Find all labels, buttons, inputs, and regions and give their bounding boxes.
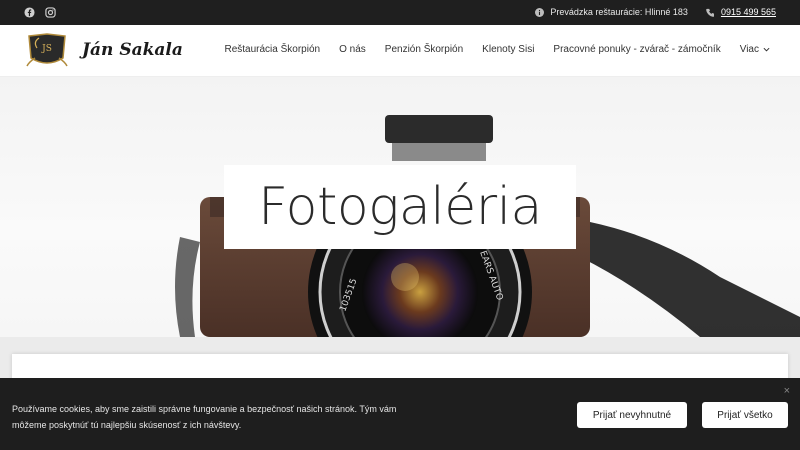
restaurant-address: Prevádzka reštaurácie: Hlinné 183 (550, 7, 688, 17)
cookie-text: Používame cookies, aby sme zaistili sprá… (12, 404, 397, 430)
phone-icon (706, 8, 715, 17)
info-icon (535, 7, 545, 17)
logo[interactable]: JS (25, 32, 69, 68)
nav-item-jobs[interactable]: Pracovné ponuky - zvárač - zámočník (553, 44, 720, 55)
social-links (24, 7, 56, 18)
instagram-icon[interactable] (45, 7, 56, 18)
nav-item-about[interactable]: O nás (339, 44, 366, 55)
cookie-banner: × Používame cookies, aby sme zaistili sp… (0, 378, 800, 450)
nav-item-jewels[interactable]: Klenoty Sisi (482, 44, 534, 55)
accept-all-button[interactable]: Prijať všetko (702, 402, 788, 428)
chevron-down-icon (763, 47, 770, 52)
phone-link[interactable]: 0915 499 565 (721, 7, 776, 17)
nav-item-restaurant[interactable]: Reštaurácia Škorpión (224, 44, 320, 55)
main-nav: Reštaurácia Škorpión O nás Penzión Škorp… (224, 44, 770, 55)
contact-info: Prevádzka reštaurácie: Hlinné 183 0915 4… (535, 7, 776, 17)
top-bar: Prevádzka reštaurácie: Hlinné 183 0915 4… (0, 0, 800, 25)
site-header: JS Ján Sakala Reštaurácia Škorpión O nás… (0, 25, 800, 77)
close-icon[interactable]: × (784, 385, 790, 397)
logo-text: JS (41, 44, 52, 54)
nav-more-label: Viac (739, 44, 759, 55)
brand-name[interactable]: Ján Sakala (82, 40, 183, 60)
facebook-icon[interactable] (24, 7, 35, 18)
page-title-box: Fotogaléria (224, 165, 576, 249)
nav-item-pension[interactable]: Penzión Škorpión (385, 44, 463, 55)
nav-item-more[interactable]: Viac (740, 44, 770, 55)
accept-necessary-button[interactable]: Prijať nevyhnutné (577, 402, 687, 428)
hero-banner: 103515 EARS AUTO Fotogaléria (0, 77, 800, 337)
page-title: Fotogaléria (258, 177, 542, 237)
